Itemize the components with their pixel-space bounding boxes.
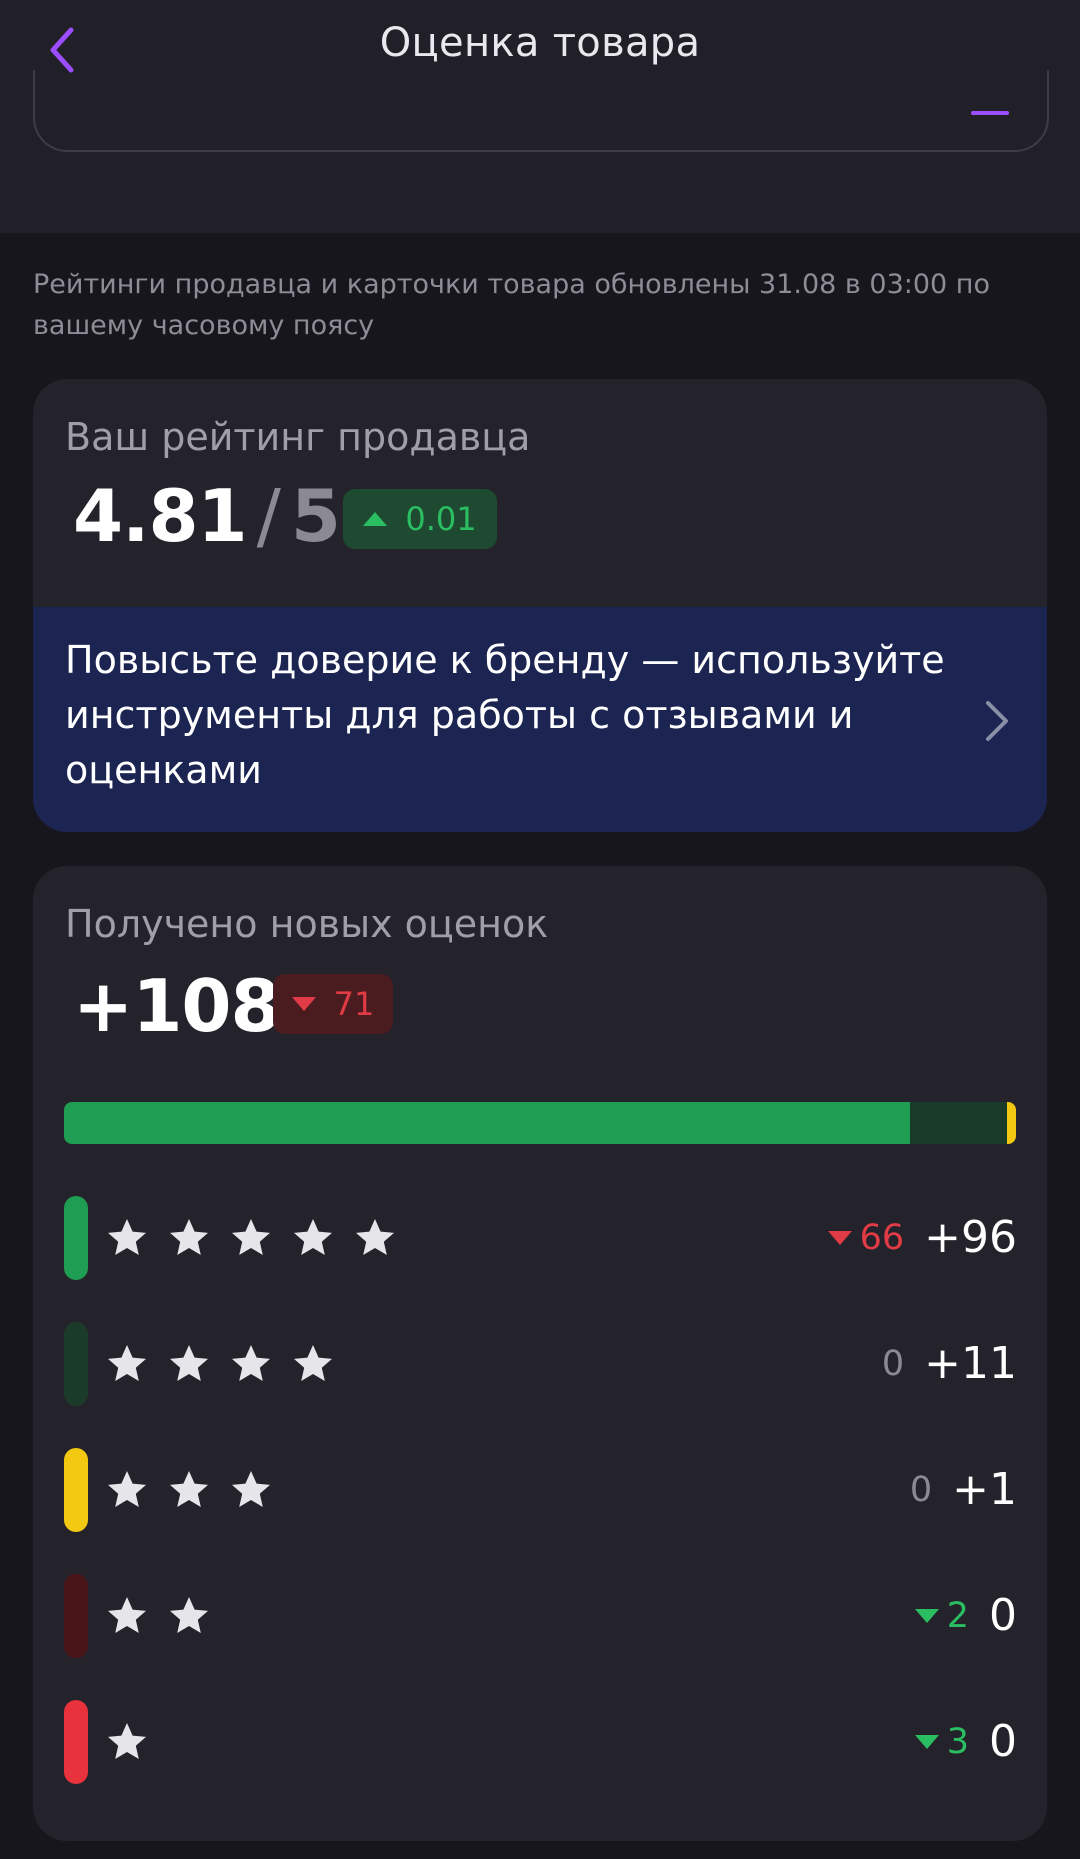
rating-row-1-stars: 30 — [33, 1700, 1047, 1786]
arrow-up-icon — [363, 512, 388, 526]
promo-banner[interactable]: Повысьте доверие к бренду — используйте … — [33, 607, 1047, 832]
seller-rating-value: 4.81 — [73, 474, 248, 558]
rating-row-count: +96 — [924, 1212, 1017, 1263]
star-group — [105, 1720, 149, 1764]
star-icon — [356, 1219, 394, 1255]
rating-change-value: 0.01 — [405, 500, 477, 538]
star-group — [105, 1468, 273, 1512]
star-group — [105, 1342, 335, 1386]
rating-row-color-marker — [64, 1448, 88, 1532]
rating-separator: / — [256, 474, 281, 558]
new-ratings-card: Получено новых оценок +108 71 66 +96 0 +11 0… — [33, 866, 1047, 1841]
distribution-segment-5-stars — [64, 1102, 911, 1144]
rating-row-color-marker — [64, 1700, 88, 1784]
rating-row-delta-value: 0 — [909, 1469, 933, 1510]
app-header: Оценка товара — [0, 0, 1080, 233]
star-icon — [170, 1345, 208, 1381]
star-icon — [108, 1471, 146, 1507]
arrow-down-icon — [914, 1608, 939, 1623]
rating-row-values: 0 +11 — [882, 1338, 1017, 1389]
rating-row-delta: 0 — [882, 1344, 904, 1384]
star-icon — [170, 1471, 208, 1507]
new-ratings-value: +108 — [73, 964, 281, 1048]
arrow-down-icon — [827, 1230, 852, 1245]
rating-change-badge: 0.01 — [343, 489, 497, 549]
star-icon — [108, 1345, 146, 1381]
star-icon — [108, 1219, 146, 1255]
star-group — [105, 1216, 397, 1260]
rating-row-count: +1 — [952, 1464, 1017, 1515]
star-icon — [108, 1597, 146, 1633]
rating-row-color-marker — [64, 1574, 88, 1658]
rating-row-2-stars: 20 — [33, 1574, 1047, 1660]
field-accent-line — [971, 111, 1009, 115]
star-icon — [170, 1219, 208, 1255]
page-title: Оценка товара — [379, 20, 701, 66]
rating-row-values: 20 — [914, 1590, 1017, 1641]
seller-rating-max: 5 — [290, 474, 342, 558]
chevron-right-icon — [986, 701, 1008, 741]
rating-row-count: 0 — [989, 1590, 1017, 1641]
rating-row-3-stars: 0 +1 — [33, 1448, 1047, 1534]
rating-row-delta-value: 3 — [946, 1721, 969, 1762]
star-icon — [232, 1219, 270, 1255]
seller-rating-label: Ваш рейтинг продавца — [65, 415, 531, 459]
star-icon — [108, 1723, 146, 1759]
rating-row-delta: 2 — [914, 1595, 969, 1636]
rating-row-count: +11 — [924, 1338, 1017, 1389]
rating-row-count: 0 — [989, 1716, 1017, 1767]
rating-row-5-stars: 66 +96 — [33, 1196, 1047, 1282]
new-ratings-label: Получено новых оценок — [65, 902, 549, 946]
star-icon — [232, 1471, 270, 1507]
rating-distribution-bar — [64, 1102, 1016, 1144]
seller-rating-card: Ваш рейтинг продавца 4.81 / 5 0.01 Повыс… — [33, 379, 1047, 832]
star-icon — [294, 1345, 332, 1381]
rating-row-color-marker — [64, 1196, 88, 1280]
collapsed-selector-field[interactable] — [33, 70, 1049, 152]
rating-row-values: 66 +96 — [827, 1212, 1017, 1263]
update-note: Рейтинги продавца и карточки товара обно… — [33, 269, 990, 341]
promo-text: Повысьте доверие к бренду — используйте … — [65, 638, 945, 792]
rating-row-delta: 66 — [827, 1217, 905, 1258]
rating-row-color-marker — [64, 1322, 88, 1406]
rating-row-delta-value: 66 — [859, 1217, 905, 1258]
star-icon — [232, 1345, 270, 1381]
rating-row-4-stars: 0 +11 — [33, 1322, 1047, 1408]
rating-row-delta: 0 — [910, 1470, 932, 1510]
arrow-down-icon — [914, 1734, 939, 1749]
new-ratings-change-badge: 71 — [273, 974, 393, 1034]
rating-row-delta-value: 2 — [946, 1595, 969, 1636]
seller-rating-value-line: 4.81 / 5 — [73, 474, 341, 558]
star-icon — [170, 1597, 208, 1633]
arrow-down-icon — [291, 997, 316, 1011]
star-icon — [294, 1219, 332, 1255]
rating-row-delta-value: 0 — [881, 1343, 905, 1384]
distribution-segment-3-stars — [1007, 1102, 1016, 1144]
rating-row-values: 30 — [914, 1716, 1017, 1767]
new-ratings-change-value: 71 — [333, 985, 375, 1023]
rating-row-values: 0 +1 — [910, 1464, 1017, 1515]
star-group — [105, 1594, 211, 1638]
rating-row-delta: 3 — [914, 1721, 969, 1762]
distribution-segment-4-stars — [910, 1102, 1008, 1144]
